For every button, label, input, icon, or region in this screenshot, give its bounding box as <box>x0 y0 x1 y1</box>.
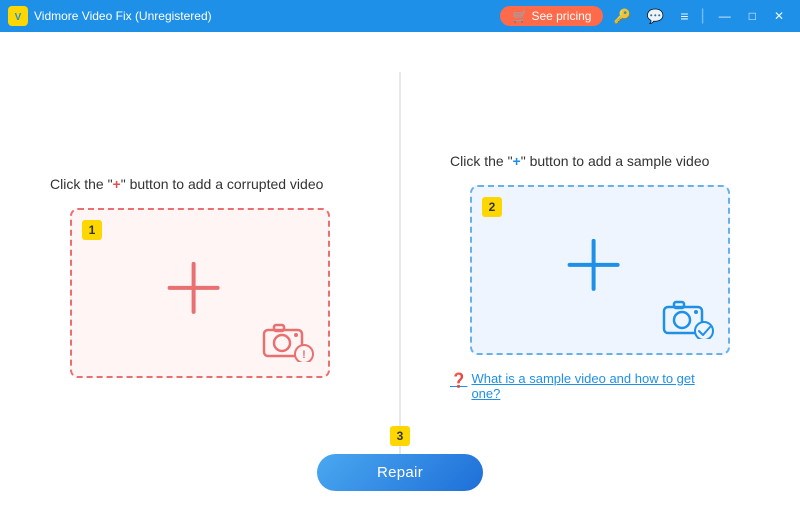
sample-video-dropzone[interactable]: 2 <box>470 185 730 355</box>
step-3-badge: 3 <box>390 426 410 446</box>
title-bar-left: V Vidmore Video Fix (Unregistered) <box>8 6 212 26</box>
vertical-divider <box>400 72 401 481</box>
see-pricing-label: See pricing <box>531 9 591 23</box>
add-corrupted-plus-icon <box>162 255 226 319</box>
main-content: Click the "+" button to add a corrupted … <box>0 32 800 521</box>
menu-icon[interactable]: ≡ <box>674 6 694 26</box>
app-title: Vidmore Video Fix (Unregistered) <box>34 9 212 23</box>
corrupted-video-dropzone[interactable]: 1 ! <box>70 208 330 378</box>
key-icon[interactable]: 🔑 <box>607 6 636 27</box>
add-sample-plus-icon <box>562 232 626 296</box>
svg-text:!: ! <box>302 349 306 361</box>
maximize-button[interactable]: □ <box>741 7 764 25</box>
sample-camera-icon <box>660 295 714 339</box>
chat-icon[interactable]: 💬 <box>641 6 670 27</box>
title-bar: V Vidmore Video Fix (Unregistered) 🛒 See… <box>0 0 800 32</box>
svg-text:V: V <box>15 12 22 23</box>
sample-video-help-link[interactable]: ❓ What is a sample video and how to get … <box>450 371 710 401</box>
right-panel-label: Click the "+" button to add a sample vid… <box>450 153 709 169</box>
window-controls: — □ ✕ <box>711 7 792 25</box>
app-logo: V <box>8 6 28 26</box>
cart-icon: 🛒 <box>512 9 527 23</box>
step-2-badge: 2 <box>482 197 502 217</box>
bottom-bar: 3 Repair <box>317 426 483 491</box>
title-bar-right: 🛒 See pricing 🔑 💬 ≡ | — □ ✕ <box>500 6 792 27</box>
minimize-button[interactable]: — <box>711 7 739 25</box>
separator: | <box>701 7 705 25</box>
step-1-badge: 1 <box>82 220 102 240</box>
left-panel-label: Click the "+" button to add a corrupted … <box>50 176 323 192</box>
repair-button[interactable]: Repair <box>317 454 483 491</box>
corrupted-camera-icon: ! <box>260 318 314 362</box>
see-pricing-button[interactable]: 🛒 See pricing <box>500 6 603 26</box>
close-button[interactable]: ✕ <box>766 7 792 25</box>
question-icon: ❓ <box>450 372 467 389</box>
